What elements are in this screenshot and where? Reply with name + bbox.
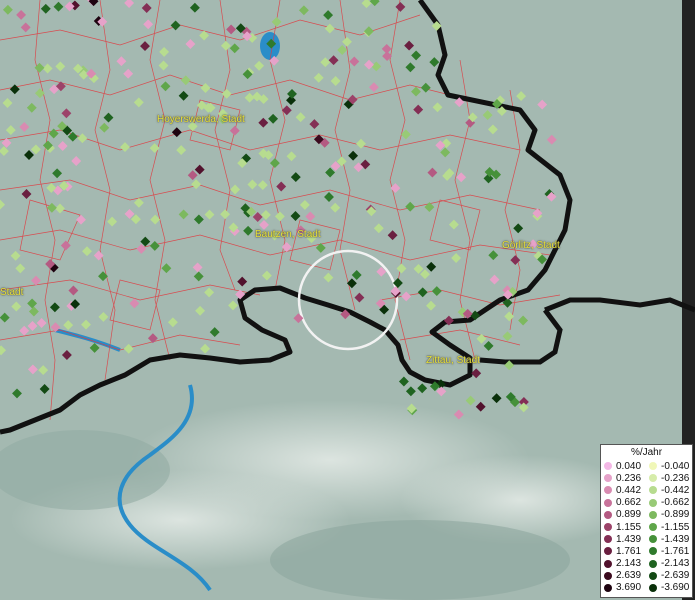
legend-swatch-negative [649, 510, 657, 519]
legend-value-negative: -3.690 [661, 582, 690, 594]
legend-value-negative: -0.040 [661, 460, 690, 472]
legend-swatch-negative [649, 462, 657, 471]
legend-panel: %/Jahr 0.040 -0.040 0.236 -0.236 0.442 -0.442… [600, 444, 693, 598]
legend-swatch-negative [649, 559, 657, 568]
legend-value-positive: 0.899 [616, 509, 642, 521]
legend-title: %/Jahr [630, 447, 663, 458]
legend-swatch-negative [649, 498, 657, 507]
legend-swatch-negative [649, 583, 657, 592]
legend-swatch-positive [604, 486, 612, 495]
legend-value-negative: -1.439 [661, 533, 690, 545]
legend-rows: 0.040 -0.040 0.236 -0.236 0.442 -0.442 0.662 -0… [601, 460, 692, 594]
city-label-zittau: Zittau, Stadt [426, 355, 480, 366]
legend-value-positive: 1.761 [616, 545, 642, 557]
legend-row: 0.236 -0.236 [601, 472, 692, 484]
legend-value-negative: -0.899 [661, 509, 690, 521]
legend-value-negative: -0.442 [661, 484, 690, 496]
legend-row: 2.143 -2.143 [601, 558, 692, 570]
legend-value-negative: -0.662 [661, 497, 690, 509]
legend-row: 0.662 -0.662 [601, 497, 692, 509]
legend-row: 1.155 -1.155 [601, 521, 692, 533]
legend-swatch-positive [604, 547, 612, 556]
legend-value-negative: -2.143 [661, 558, 690, 570]
legend-swatch-positive [604, 559, 612, 568]
legend-value-positive: 0.442 [616, 484, 642, 496]
city-label-edge: Stadt [0, 287, 24, 298]
legend-swatch-positive [604, 571, 612, 580]
legend-value-positive: 0.040 [616, 460, 642, 472]
legend-swatch-positive [604, 474, 612, 483]
legend-swatch-positive [604, 535, 612, 544]
legend-row: 0.899 -0.899 [601, 509, 692, 521]
legend-swatch-negative [649, 474, 657, 483]
legend-value-negative: -0.236 [661, 472, 690, 484]
map-canvas[interactable] [0, 0, 695, 600]
legend-swatch-negative [649, 547, 657, 556]
legend-value-positive: 3.690 [616, 582, 642, 594]
legend-row: 1.439 -1.439 [601, 533, 692, 545]
legend-value-positive: 0.662 [616, 497, 642, 509]
legend-value-positive: 2.143 [616, 558, 642, 570]
legend-row: 2.639 -2.639 [601, 570, 692, 582]
legend-row: 3.690 -3.690 [601, 582, 692, 594]
legend-value-negative: -2.639 [661, 570, 690, 582]
city-label-bautzen: Bautzen, Stadt [255, 229, 321, 240]
legend-swatch-positive [604, 583, 612, 592]
legend-value-positive: 2.639 [616, 570, 642, 582]
legend-swatch-positive [604, 498, 612, 507]
legend-value-positive: 1.439 [616, 533, 642, 545]
legend-swatch-positive [604, 510, 612, 519]
city-label-goerlitz: Görlitz, Stadt [502, 240, 560, 251]
legend-swatch-positive [604, 462, 612, 471]
legend-swatch-negative [649, 486, 657, 495]
legend-value-negative: -1.155 [661, 521, 690, 533]
legend-value-positive: 0.236 [616, 472, 642, 484]
legend-swatch-positive [604, 523, 612, 532]
legend-row: 0.442 -0.442 [601, 484, 692, 496]
legend-swatch-negative [649, 523, 657, 532]
legend-value-positive: 1.155 [616, 521, 642, 533]
city-label-hoyerswerda: Hoyerswerda, Stadt [157, 114, 245, 125]
legend-row: 1.761 -1.761 [601, 545, 692, 557]
legend-value-negative: -1.761 [661, 545, 690, 557]
legend-swatch-negative [649, 571, 657, 580]
legend-swatch-negative [649, 535, 657, 544]
legend-row: 0.040 -0.040 [601, 460, 692, 472]
